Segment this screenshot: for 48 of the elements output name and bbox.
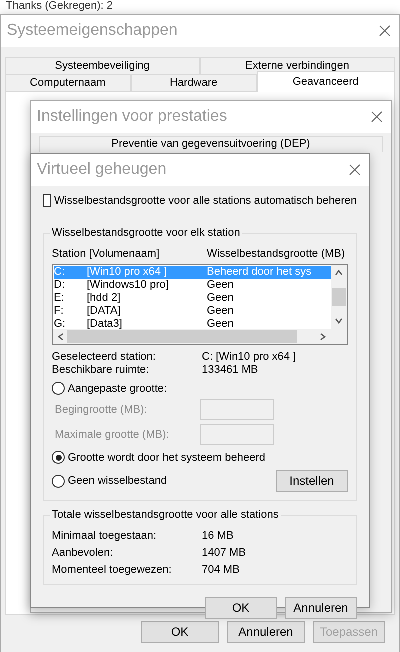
total-label: Aanbevolen: xyxy=(52,547,114,559)
tab[interactable]: Geavanceerd xyxy=(256,71,396,92)
total-value: 704 MB xyxy=(202,564,241,576)
ok-button[interactable]: OK xyxy=(141,621,219,643)
drive-row[interactable]: G: [Data3] Geen xyxy=(54,318,331,329)
radio-button[interactable] xyxy=(52,382,65,395)
window-title: Systeemeigenschappen xyxy=(7,22,178,40)
close-icon[interactable] xyxy=(349,164,361,176)
horizontal-scrollbar[interactable] xyxy=(53,329,331,344)
column-header: Wisselbestandsgrootte (MB) xyxy=(207,248,346,260)
vertical-scrollbar[interactable] xyxy=(331,265,347,329)
close-icon[interactable] xyxy=(379,25,391,37)
close-icon[interactable] xyxy=(371,111,383,123)
info-label: Beschikbare ruimte: xyxy=(52,364,150,376)
group-title: Totale wisselbestandsgrootte voor alle stations xyxy=(50,509,281,521)
radio-label[interactable]: Aangepaste grootte: xyxy=(68,382,168,394)
ok-button[interactable]: OK xyxy=(205,597,277,619)
column-header: Station [Volumenaam] xyxy=(52,248,161,260)
drive-row[interactable]: E: [hdd 2] Geen xyxy=(54,292,331,305)
radio-button[interactable] xyxy=(52,474,65,488)
field-label: Begingrootte (MB): xyxy=(55,404,148,416)
radio-button[interactable] xyxy=(52,451,65,464)
tab[interactable]: Hardware xyxy=(130,74,257,91)
checkbox-label[interactable]: Wisselbestandsgrootte voor alle stations automatisch beheren xyxy=(54,194,357,206)
info-value: 133461 MB xyxy=(202,364,260,376)
radio-label[interactable]: Grootte wordt door het systeem beheerd xyxy=(68,452,266,464)
tab[interactable]: Systeembeveiliging xyxy=(5,57,200,74)
cancel-button[interactable]: Annuleren xyxy=(227,621,305,643)
drive-list[interactable]: C: [Win10 pro x64 ] Beheerd door het sys D: [Windows10 pro] Geen E: [hdd 2] Geen F: [DATA] Geen G: [Data3] Geen xyxy=(52,264,348,345)
drive-row[interactable]: D: [Windows10 pro] Geen xyxy=(54,279,331,292)
checkbox[interactable] xyxy=(43,194,52,207)
drive-row[interactable]: F: [DATA] Geen xyxy=(54,305,331,318)
window-title: Virtueel geheugen xyxy=(37,161,167,179)
total-label: Minimaal toegestaan: xyxy=(52,530,158,542)
tab[interactable]: Preventie van gegevensuitvoering (DEP) xyxy=(39,136,383,152)
total-label: Momenteel toegewezen: xyxy=(52,564,173,576)
info-label: Geselecteerd station: xyxy=(52,351,157,363)
group-title: Wisselbestandsgrootte voor elk station xyxy=(50,227,242,239)
window-title: Instellingen voor prestaties xyxy=(37,108,228,126)
info-value: C: [Win10 pro x64 ] xyxy=(202,351,298,363)
field-label: Maximale grootte (MB): xyxy=(55,428,170,440)
cancel-button[interactable]: Annuleren xyxy=(285,597,357,619)
page-text: Thanks (Gekregen): 2 xyxy=(6,0,113,13)
total-value: 16 MB xyxy=(202,530,235,542)
tab[interactable]: Computernaam xyxy=(5,74,131,91)
total-value: 1407 MB xyxy=(202,547,248,559)
set-button[interactable]: Instellen xyxy=(276,470,348,492)
radio-label[interactable]: Geen wisselbestand xyxy=(68,475,168,487)
